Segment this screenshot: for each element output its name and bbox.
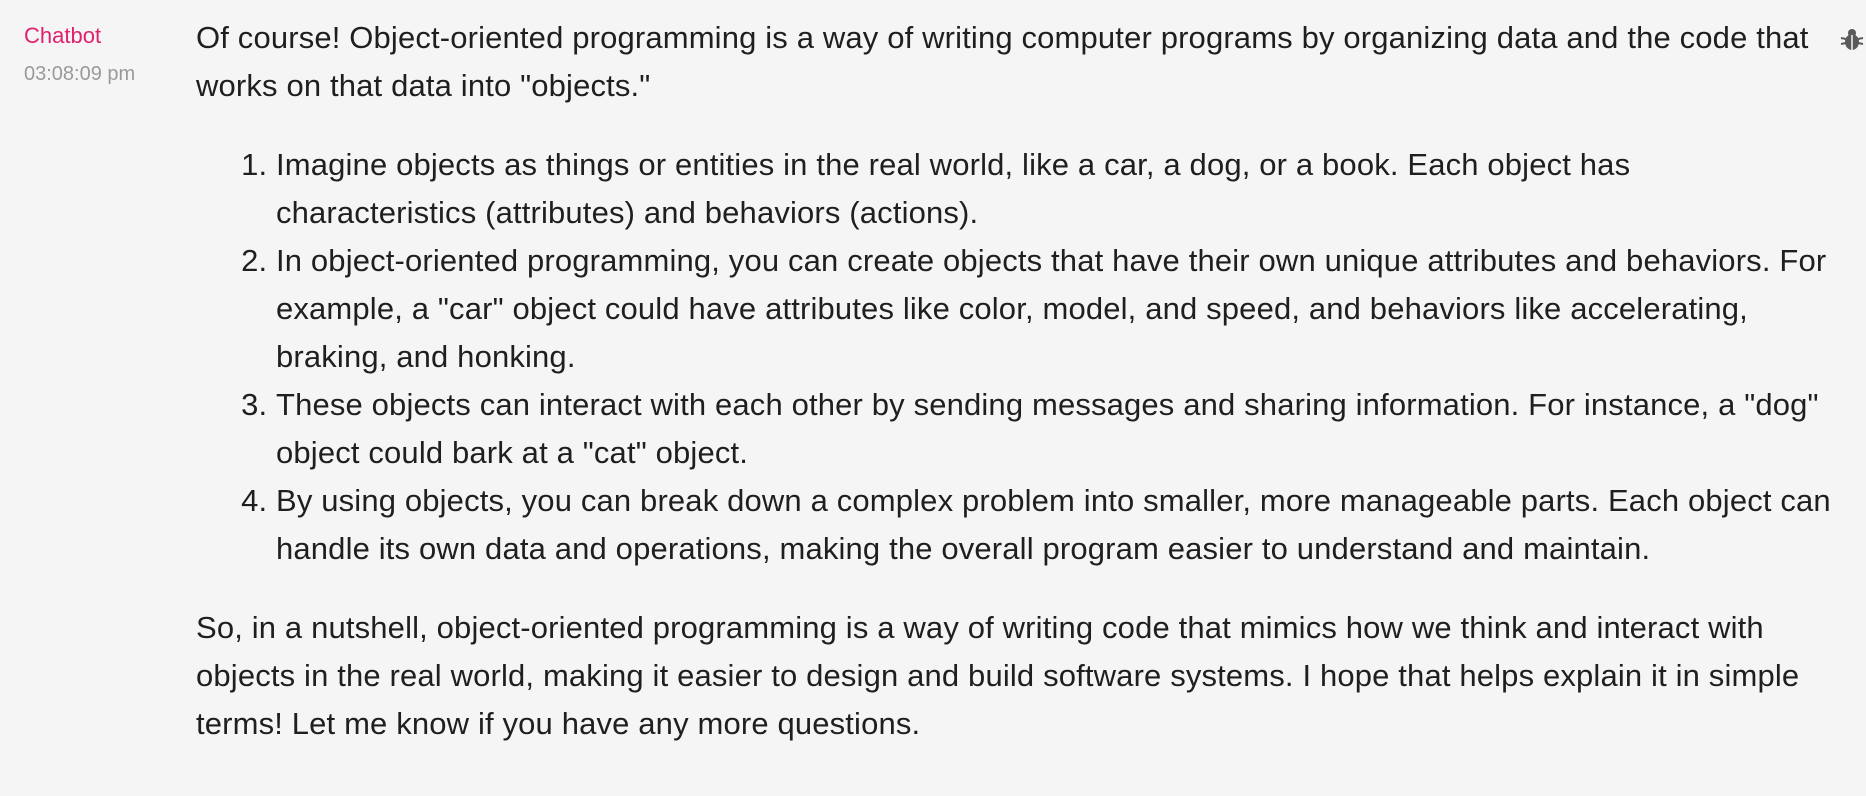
conclusion-paragraph: So, in a nutshell, object-oriented progr… — [196, 610, 1800, 741]
message-timestamp: 03:08:09 pm — [24, 63, 136, 85]
message-body: Of course! Object-oriented programming i… — [196, 14, 1836, 748]
list-item: By using objects, you can break down a c… — [276, 477, 1836, 573]
list-item: In object-oriented programming, you can … — [276, 237, 1836, 381]
list-item: Imagine objects as things or entities in… — [276, 141, 1836, 237]
points-list: Imagine objects as things or entities in… — [196, 141, 1836, 573]
chat-message: Chatbot 03:08:09 pm Of course! Object-or… — [0, 0, 1866, 796]
list-item: These objects can interact with each oth… — [276, 381, 1836, 477]
intro-paragraph: Of course! Object-oriented programming i… — [196, 20, 1809, 103]
sender-name: Chatbot — [24, 23, 102, 48]
bug-icon[interactable] — [1838, 26, 1866, 54]
